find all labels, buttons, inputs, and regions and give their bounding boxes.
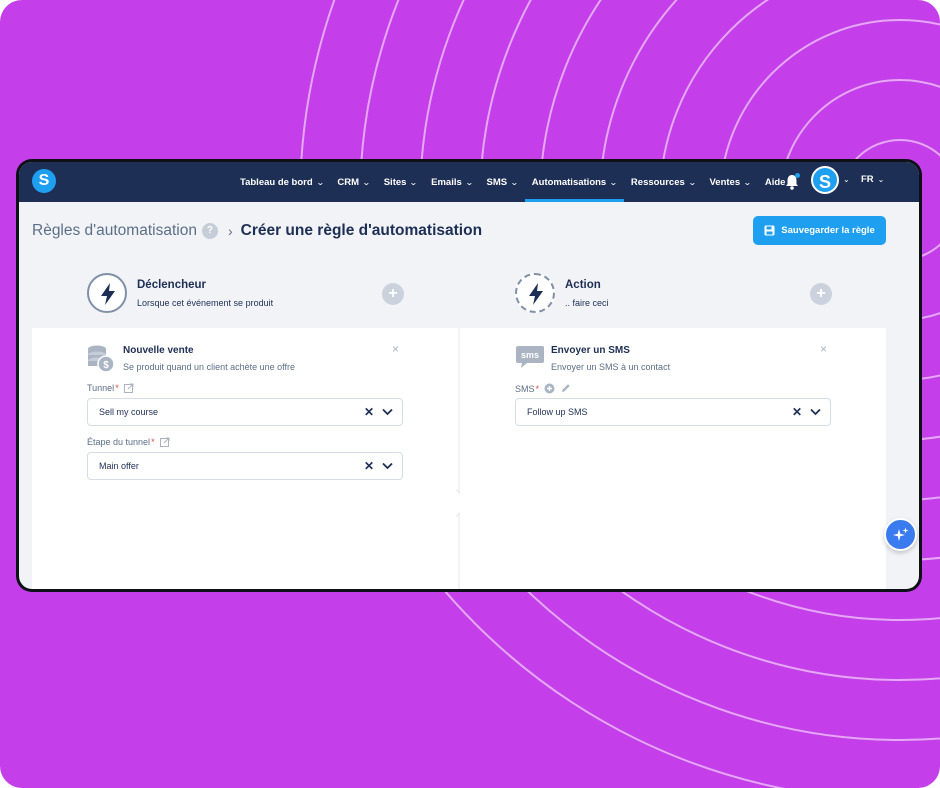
tunnel-step-select[interactable]: Main offer ✕ — [87, 452, 403, 480]
page-title: Créer une règle d'automatisation — [240, 222, 483, 239]
save-rule-button[interactable]: Sauvegarder la règle — [753, 216, 886, 245]
chevron-down-icon: ⌄ — [315, 177, 325, 187]
chevron-down-icon[interactable] — [382, 462, 393, 470]
tunnel-step-label-text: Étape du tunnel — [87, 437, 151, 447]
action-header: Action .. faire ceci + — [460, 260, 886, 328]
tunnel-select-value: Sell my course — [99, 407, 159, 417]
external-link-icon[interactable] — [159, 437, 170, 447]
nav-item-label: Emails — [431, 176, 462, 188]
sms-label: SMS * — [515, 383, 571, 394]
nav-item-emails[interactable]: Emails ⌄ — [424, 162, 479, 202]
breadcrumb: Règles d'automatisation ? › Créer une rè… — [32, 222, 482, 240]
action-title: Action — [565, 279, 601, 291]
chevron-down-icon[interactable] — [382, 408, 393, 416]
tunnel-label: Tunnel * — [87, 383, 134, 393]
action-subtitle: .. faire ceci — [565, 298, 609, 308]
trigger-card-subtitle: Se produit quand un client achète une of… — [123, 362, 295, 372]
app-screen: S Tableau de bord ⌄ CRM ⌄ Sites ⌄ Emails ⌄ SMS ⌄ A… — [19, 162, 919, 589]
chevron-down-icon: ⌄ — [510, 177, 519, 187]
trigger-card-title: Nouvelle vente — [123, 345, 194, 356]
trigger-header: Déclencheur Lorsque cet événement se pro… — [32, 260, 458, 328]
language-label: FR — [861, 174, 874, 185]
remove-action-icon[interactable]: × — [820, 342, 827, 356]
nav-item-label: Sites — [383, 176, 407, 188]
required-mark: * — [535, 383, 540, 394]
chevron-down-icon: ⌄ — [743, 177, 752, 187]
svg-text:$: $ — [103, 360, 109, 371]
device-frame: S Tableau de bord ⌄ CRM ⌄ Sites ⌄ Emails ⌄ SMS ⌄ A… — [16, 159, 922, 592]
nav-item-label: Tableau de bord — [240, 176, 313, 188]
nav-item-label: CRM — [337, 176, 360, 188]
tunnel-step-select-value: Main offer — [99, 461, 139, 471]
nav-item-label: Ressources — [630, 176, 685, 188]
nav-item-sms[interactable]: SMS ⌄ — [479, 162, 524, 202]
save-icon — [764, 225, 775, 236]
help-icon[interactable]: ? — [201, 223, 218, 239]
coins-icon: $ — [87, 344, 115, 379]
chevron-down-icon: ⌄ — [362, 177, 371, 187]
clear-icon[interactable]: ✕ — [792, 405, 802, 419]
user-avatar[interactable]: S — [811, 166, 839, 194]
pencil-icon[interactable] — [560, 383, 571, 394]
chevron-down-icon: ⌄ — [464, 177, 474, 187]
trigger-panel: Déclencheur Lorsque cet événement se pro… — [32, 260, 458, 589]
chevron-down-icon[interactable] — [810, 408, 821, 416]
tunnel-label-text: Tunnel — [87, 383, 115, 393]
tunnel-step-label: Étape du tunnel * — [87, 437, 170, 447]
remove-trigger-icon[interactable]: × — [392, 342, 399, 356]
action-card-subtitle: Envoyer un SMS à un contact — [551, 362, 671, 372]
nav-item-ressources[interactable]: Ressources ⌄ — [624, 162, 703, 202]
chevron-down-icon: ⌄ — [409, 177, 419, 187]
chevron-down-icon: ⌄ — [609, 177, 618, 187]
nav-item-crm[interactable]: CRM ⌄ — [330, 162, 376, 202]
save-rule-label: Sauvegarder la règle — [781, 225, 875, 236]
trigger-subtitle: Lorsque cet événement se produit — [137, 298, 274, 308]
nav-item-automatisations[interactable]: Automatisations ⌄ — [524, 162, 625, 202]
lightning-cycle-icon — [515, 273, 555, 313]
bell-icon[interactable] — [782, 172, 802, 192]
sms-icon-text: sms — [521, 350, 539, 360]
required-mark: * — [151, 437, 155, 447]
sms-label-text: SMS — [515, 383, 535, 394]
clear-icon[interactable]: ✕ — [364, 405, 374, 419]
sms-icon: sms — [515, 344, 545, 375]
tunnel-select[interactable]: Sell my course ✕ — [87, 398, 403, 426]
nav-item-sites[interactable]: Sites ⌄ — [377, 162, 424, 202]
action-panel: Action .. faire ceci + sms Envoyer un SM… — [460, 260, 886, 589]
main-menu: Tableau de bord ⌄ CRM ⌄ Sites ⌄ Emails ⌄ SMS ⌄ Aut… — [233, 162, 792, 202]
chevron-down-icon[interactable]: ⌄ — [843, 175, 850, 184]
sms-select-value: Follow up SMS — [527, 407, 588, 417]
nav-item-tableau-de-bord[interactable]: Tableau de bord ⌄ — [233, 162, 330, 202]
add-action-button[interactable]: + — [810, 283, 832, 305]
nav-item-label: SMS — [486, 176, 508, 188]
nav-item-label: Ventes — [709, 176, 741, 188]
add-circle-icon[interactable] — [544, 383, 555, 394]
clear-icon[interactable]: ✕ — [364, 459, 374, 473]
nav-item-ventes[interactable]: Ventes ⌄ — [703, 162, 758, 202]
chevron-down-icon: ⌄ — [877, 175, 885, 184]
sparkles-icon — [893, 527, 909, 541]
chevron-right-icon: › — [227, 223, 233, 239]
required-mark: * — [115, 383, 119, 393]
add-trigger-button[interactable]: + — [382, 283, 404, 305]
ai-assistant-button[interactable] — [884, 518, 917, 551]
chevron-down-icon: ⌄ — [687, 177, 697, 187]
notification-dot — [795, 173, 800, 178]
breadcrumb-parent-link[interactable]: Règles d'automatisation — [32, 222, 197, 240]
lightning-icon — [87, 273, 127, 313]
nav-item-label: Automatisations — [531, 176, 607, 188]
language-selector[interactable]: FR ⌄ — [861, 174, 884, 185]
external-link-icon[interactable] — [123, 383, 134, 393]
trigger-title: Déclencheur — [137, 279, 207, 291]
app-logo[interactable]: S — [32, 169, 56, 193]
action-card-title: Envoyer un SMS — [551, 345, 630, 356]
top-navigation-bar: S Tableau de bord ⌄ CRM ⌄ Sites ⌄ Emails ⌄ SMS ⌄ A… — [19, 162, 919, 202]
sms-select[interactable]: Follow up SMS ✕ — [515, 398, 831, 426]
